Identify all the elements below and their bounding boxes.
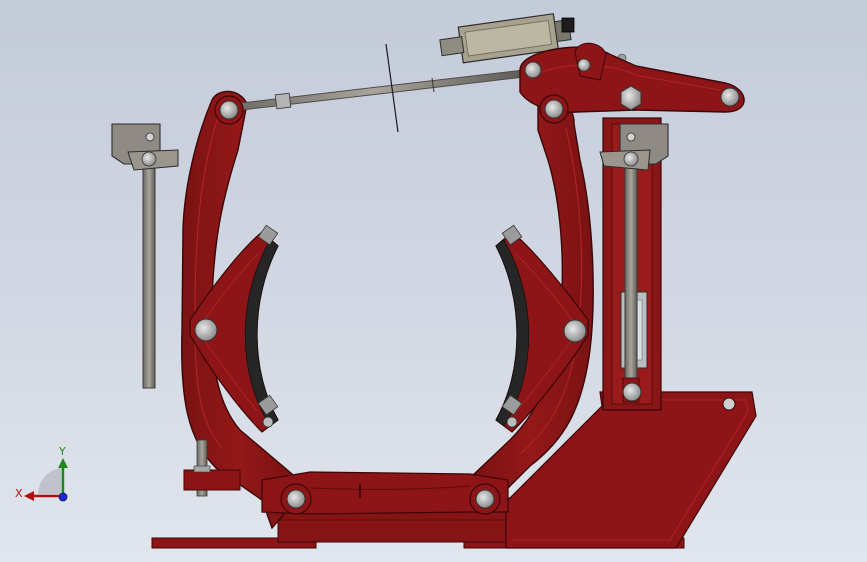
pin-lever-ear bbox=[577, 58, 591, 72]
graphics-viewport[interactable]: Y X bbox=[0, 0, 867, 562]
axis-x-label: X bbox=[15, 487, 23, 500]
axis-y-arrow bbox=[58, 458, 68, 468]
thruster-knob bbox=[561, 17, 575, 33]
pin-left-shoe bbox=[194, 318, 218, 342]
pin-right-shoe bbox=[563, 319, 587, 343]
pin-lever-end bbox=[720, 87, 740, 107]
bracket-bolt-hole bbox=[722, 397, 736, 411]
pin-left-adjuster bbox=[141, 151, 157, 167]
brake-assembly-model[interactable] bbox=[0, 0, 867, 562]
axis-z-dot bbox=[58, 492, 68, 502]
tie-rod-nut bbox=[274, 92, 292, 110]
pin-guide-bottom bbox=[622, 382, 642, 402]
axis-triad-icon: Y X bbox=[15, 445, 68, 502]
pin-right-adjuster bbox=[623, 151, 639, 167]
axis-x-arrow bbox=[24, 491, 34, 501]
pin-lever-left bbox=[524, 61, 542, 79]
axis-y-label: Y bbox=[58, 445, 66, 458]
